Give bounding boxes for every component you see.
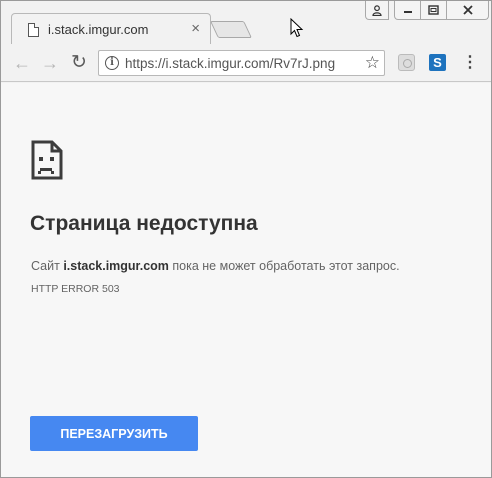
error-host: i.stack.imgur.com xyxy=(63,259,169,273)
page-favicon-icon xyxy=(28,23,39,37)
tab-close-icon[interactable]: × xyxy=(191,21,200,37)
browser-toolbar: ← → ↻ i https://i.stack.imgur.com/Rv7rJ.… xyxy=(1,44,491,82)
reload-button[interactable]: ПЕРЕЗАГРУЗИТЬ xyxy=(30,416,198,451)
error-desc-suffix: пока не может обработать этот запрос. xyxy=(168,259,400,273)
address-bar[interactable]: i https://i.stack.imgur.com/Rv7rJ.png ☆ xyxy=(98,50,385,76)
browser-window: i.stack.imgur.com × ← → ↻ i https://i.st… xyxy=(0,0,492,478)
error-page: Страница недоступна Сайт i.stack.imgur.c… xyxy=(1,83,491,477)
close-icon xyxy=(462,5,473,15)
info-icon[interactable]: i xyxy=(105,56,119,70)
extension-icon[interactable] xyxy=(398,54,415,71)
forward-arrow-icon[interactable]: → xyxy=(39,52,61,74)
error-code: HTTP ERROR 503 xyxy=(31,283,120,295)
profile-button[interactable] xyxy=(365,1,389,20)
new-tab-button[interactable] xyxy=(210,21,252,38)
url-text[interactable]: https://i.stack.imgur.com/Rv7rJ.png xyxy=(125,56,335,71)
menu-dots-icon[interactable]: ⋮ xyxy=(462,52,478,74)
maximize-button[interactable] xyxy=(420,1,447,20)
maximize-icon xyxy=(428,5,439,15)
skype-extension-icon[interactable]: S xyxy=(429,54,446,71)
mouse-cursor-icon xyxy=(290,18,304,38)
user-icon xyxy=(372,4,382,16)
error-desc-prefix: Сайт xyxy=(31,259,64,273)
tab-title: i.stack.imgur.com xyxy=(48,22,149,37)
sad-page-icon xyxy=(31,140,63,180)
minimize-button[interactable] xyxy=(394,1,421,20)
error-description: Сайт i.stack.imgur.com пока не может обр… xyxy=(31,259,400,273)
error-title: Страница недоступна xyxy=(30,212,258,235)
close-window-button[interactable] xyxy=(446,1,489,20)
star-icon[interactable]: ☆ xyxy=(365,53,380,73)
tab-active[interactable]: i.stack.imgur.com × xyxy=(11,13,211,45)
back-arrow-icon[interactable]: ← xyxy=(11,52,33,74)
tab-strip: i.stack.imgur.com × xyxy=(1,1,491,45)
minimize-icon xyxy=(403,11,412,13)
reload-icon[interactable]: ↻ xyxy=(68,52,90,74)
